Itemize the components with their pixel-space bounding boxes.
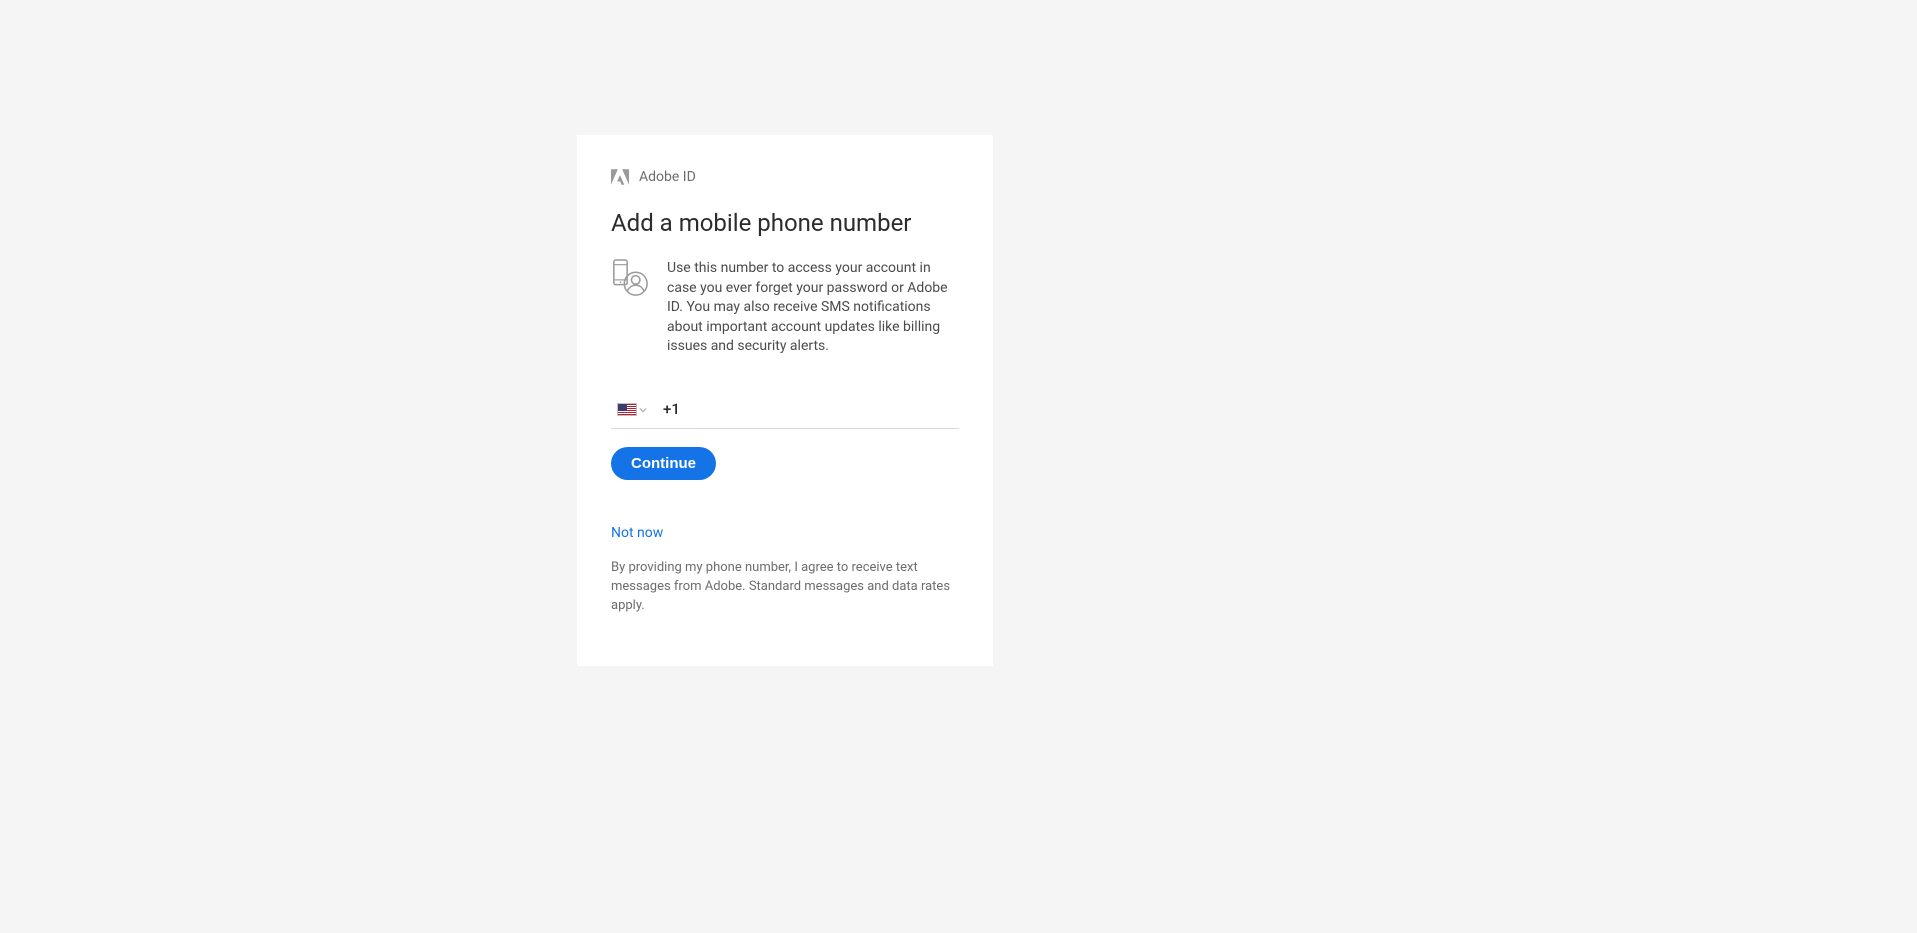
chevron-down-icon — [639, 402, 647, 417]
phone-input-row: +1 — [611, 393, 959, 429]
legal-text: By providing my phone number, I agree to… — [611, 559, 959, 616]
brand-label: Adobe ID — [639, 169, 696, 185]
country-code: +1 — [663, 400, 680, 418]
brand-row: Adobe ID — [611, 169, 959, 185]
country-select[interactable] — [617, 402, 647, 417]
not-now-link[interactable]: Not now — [611, 525, 663, 541]
us-flag-icon — [617, 403, 637, 416]
phone-user-icon — [611, 259, 649, 301]
description-text: Use this number to access your account i… — [667, 259, 959, 357]
adobe-logo-icon — [611, 169, 629, 185]
phone-input[interactable] — [688, 399, 959, 420]
description-row: Use this number to access your account i… — [611, 259, 959, 357]
continue-button[interactable]: Continue — [611, 447, 716, 480]
phone-number-card: Adobe ID Add a mobile phone number Use t… — [577, 135, 993, 666]
page-title: Add a mobile phone number — [611, 209, 959, 237]
